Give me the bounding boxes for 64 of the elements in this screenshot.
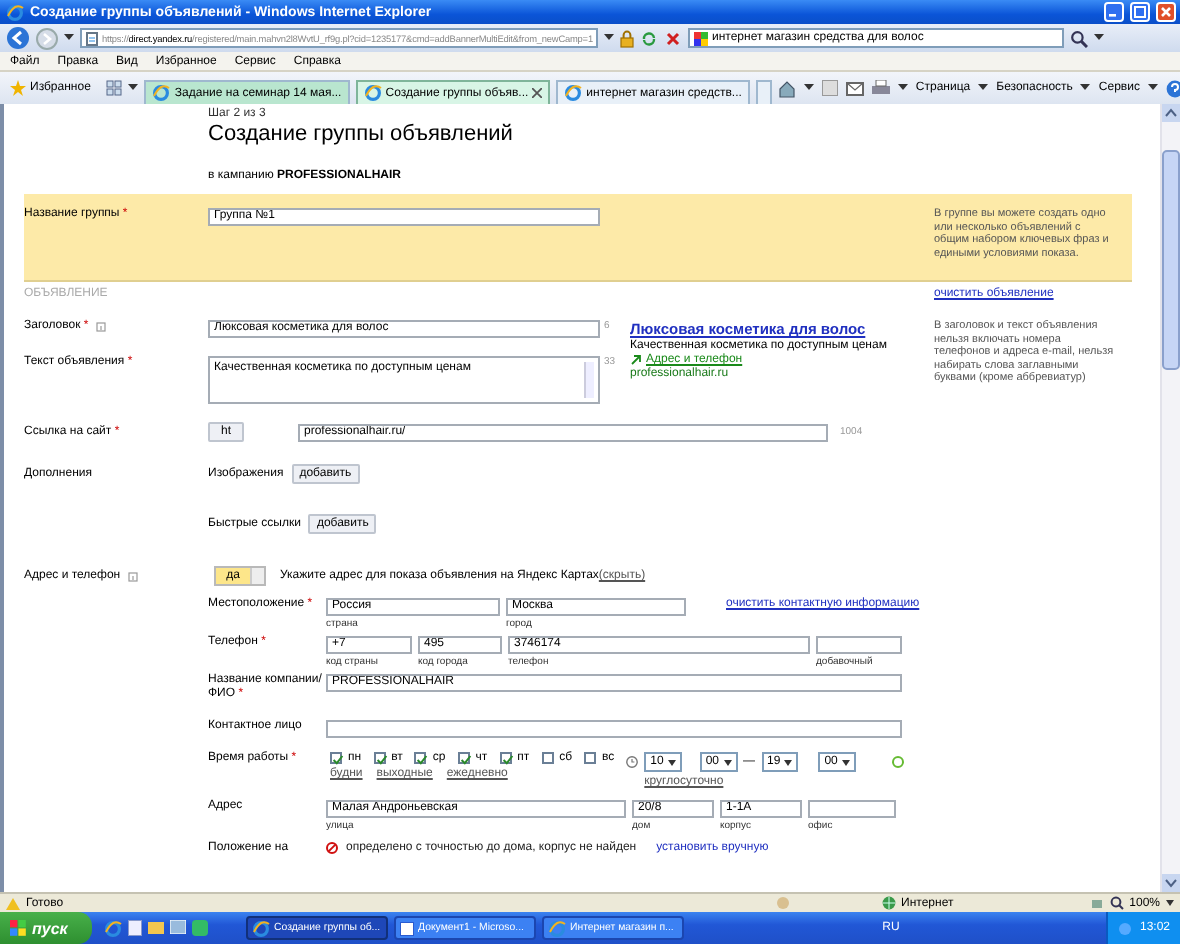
caret-icon[interactable]	[1080, 84, 1091, 92]
checkbox[interactable]	[457, 752, 470, 764]
printer-icon[interactable]	[871, 80, 890, 96]
caret-icon[interactable]	[1166, 900, 1174, 906]
info-icon	[96, 321, 107, 331]
info-icon	[128, 571, 139, 581]
quick-launch-document-icon[interactable]	[128, 919, 142, 935]
arrow-icon	[630, 354, 642, 366]
windows-flag-icon	[10, 920, 26, 936]
input-field[interactable]	[808, 800, 896, 818]
quick-launch-browser-icon	[104, 919, 122, 937]
caret-icon	[841, 759, 850, 765]
caret-icon[interactable]	[897, 84, 908, 92]
home-icon[interactable]	[777, 79, 796, 97]
checkbox[interactable]	[584, 752, 597, 764]
refresh-icon[interactable]	[640, 29, 658, 47]
zoom-icon[interactable]	[1109, 896, 1124, 910]
page-logo-icon	[363, 84, 382, 102]
caret-icon[interactable]	[803, 84, 814, 92]
back-icon[interactable]	[6, 26, 30, 50]
caret-icon[interactable]	[1147, 84, 1158, 92]
checkbox[interactable]	[373, 752, 386, 764]
scroll-down-icon[interactable]	[1162, 874, 1180, 892]
caret-icon[interactable]	[1094, 34, 1104, 42]
scroll-thumb-icon[interactable]	[1162, 150, 1180, 370]
checkbox[interactable]	[414, 752, 427, 764]
caret-icon	[667, 759, 676, 765]
clock-icon	[626, 756, 639, 768]
minimize-icon[interactable]	[1104, 2, 1124, 22]
maximize-icon[interactable]	[1130, 2, 1150, 22]
mail-icon[interactable]	[845, 81, 864, 95]
help-icon[interactable]	[1165, 79, 1180, 97]
page-heading: Создание группы объявлений	[208, 122, 515, 146]
caret-icon[interactable]	[604, 34, 614, 42]
checkbox[interactable]	[499, 752, 512, 764]
browser-logo-icon	[548, 919, 566, 937]
input-field[interactable]	[816, 636, 902, 654]
globe-icon	[881, 896, 896, 910]
browser-logo-icon	[252, 919, 270, 937]
stop-icon[interactable]	[664, 29, 682, 47]
checkbox[interactable]	[541, 752, 554, 764]
caret-icon[interactable]	[128, 84, 139, 92]
search-engine-icon	[694, 31, 708, 45]
lock-icon	[620, 29, 634, 47]
caret-icon[interactable]	[978, 84, 989, 92]
star-icon	[10, 80, 26, 96]
checkbox[interactable]	[330, 752, 342, 764]
quick-launch-window-icon[interactable]	[170, 919, 186, 933]
page-logo-icon	[564, 84, 583, 102]
caret-icon[interactable]	[64, 34, 74, 42]
page-logo-icon	[152, 84, 171, 102]
document-icon	[400, 921, 414, 935]
page-icon	[86, 31, 98, 45]
quick-launch-folder-icon[interactable]	[148, 919, 164, 933]
scroll-up-icon[interactable]	[1162, 104, 1180, 122]
browser-logo-icon	[6, 3, 24, 21]
input-field[interactable]	[326, 720, 902, 738]
error-icon	[326, 842, 338, 854]
close-icon[interactable]	[1156, 2, 1176, 22]
caret-icon	[784, 759, 793, 765]
search-icon[interactable]	[1070, 29, 1088, 47]
close-tab-icon[interactable]	[532, 88, 543, 98]
add-icon[interactable]	[891, 756, 904, 768]
caret-icon	[723, 759, 732, 765]
